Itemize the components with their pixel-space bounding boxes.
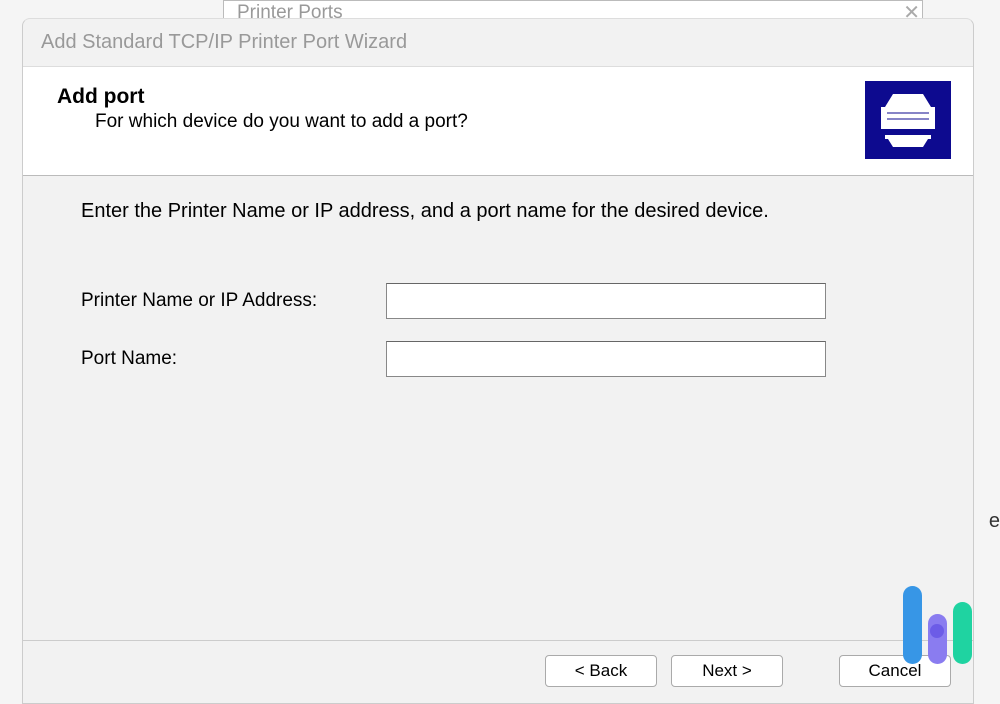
printer-icon [865,81,951,159]
port-name-row: Port Name: [81,341,913,377]
watermark-logo [903,586,972,664]
wizard-header-text: Add port For which device do you want to… [57,81,468,133]
watermark-bar-icon [903,586,922,664]
port-name-label: Port Name: [81,348,386,370]
back-button[interactable]: < Back [545,655,657,687]
instruction-text: Enter the Printer Name or IP address, an… [81,200,913,223]
wizard-body: Enter the Printer Name or IP address, an… [23,176,973,640]
wizard-footer: < Back Next > Cancel [23,640,973,703]
printer-name-label: Printer Name or IP Address: [81,290,386,312]
stray-text: e [989,510,1000,533]
dialog-titlebar: Add Standard TCP/IP Printer Port Wizard [23,19,973,66]
port-name-input[interactable] [386,341,826,377]
printer-name-input[interactable] [386,283,826,319]
watermark-bar-icon [953,602,972,664]
wizard-header-subtitle: For which device do you want to add a po… [95,111,468,133]
printer-name-row: Printer Name or IP Address: [81,283,913,319]
wizard-header-title: Add port [57,85,468,109]
watermark-bar-icon [928,614,947,664]
wizard-header: Add port For which device do you want to… [23,66,973,176]
next-button[interactable]: Next > [671,655,783,687]
wizard-dialog: Add Standard TCP/IP Printer Port Wizard … [22,18,974,704]
dialog-title: Add Standard TCP/IP Printer Port Wizard [41,31,407,54]
